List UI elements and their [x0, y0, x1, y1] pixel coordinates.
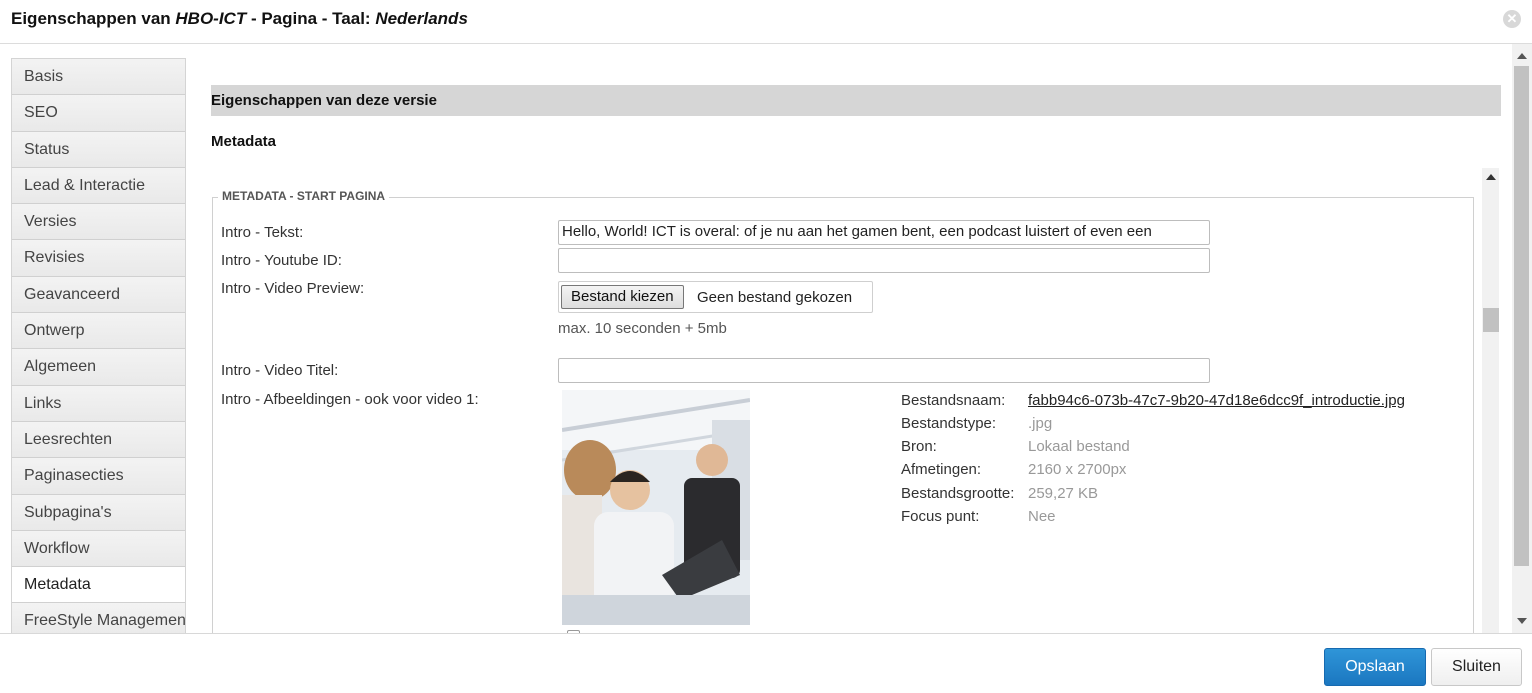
- sidebar-item-versies[interactable]: Versies: [12, 204, 185, 241]
- sidebar-item-links[interactable]: Links: [12, 385, 185, 422]
- intro-tekst-label: Intro - Tekst:: [221, 224, 304, 241]
- intro-image-thumbnail[interactable]: [562, 390, 750, 625]
- choose-file-button[interactable]: Bestand kiezen: [561, 285, 684, 309]
- fieldset-legend: METADATA - START PAGINA: [218, 189, 390, 203]
- sidebar: Basis SEO Status Lead & Interactie Versi…: [11, 58, 186, 634]
- intro-video-titel-input[interactable]: [558, 358, 1210, 383]
- filename-link[interactable]: fabb94c6-073b-47c7-9b20-47d18e6dcc9f_int…: [1028, 392, 1405, 409]
- filetype-key: Bestandstype:: [901, 415, 997, 432]
- sidebar-item-seo[interactable]: SEO: [12, 95, 185, 132]
- filename-key: Bestandsnaam:: [901, 392, 1006, 409]
- main-content: Eigenschappen van deze versie Metadata M…: [186, 44, 1512, 633]
- sidebar-item-workflow[interactable]: Workflow: [12, 530, 185, 568]
- dialog-footer: Opslaan Sluiten: [0, 633, 1532, 693]
- intro-afbeeldingen-label: Intro - Afbeeldingen - ook voor video 1:: [221, 391, 479, 408]
- filesize-key: Bestandsgrootte:: [901, 485, 1015, 502]
- sidebar-item-algemeen[interactable]: Algemeen: [12, 349, 185, 386]
- title-bar: Eigenschappen van HBO-ICT - Pagina - Taa…: [0, 0, 1532, 44]
- outer-scrollbar-thumb[interactable]: [1514, 66, 1529, 566]
- focus-key: Focus punt:: [901, 508, 980, 525]
- sidebar-item-revisies[interactable]: Revisies: [12, 240, 185, 277]
- dimensions-value: 2160 x 2700px: [1028, 461, 1127, 478]
- sidebar-item-status[interactable]: Status: [12, 131, 185, 168]
- title-middle: - Pagina - Taal:: [246, 9, 376, 28]
- source-key: Bron:: [901, 438, 937, 455]
- title-prefix: Eigenschappen van: [11, 9, 176, 28]
- sidebar-item-freestyle-management[interactable]: FreeStyle Managemen: [12, 603, 185, 634]
- photo-people-laptop-icon: [562, 390, 750, 625]
- sidebar-item-leesrechten[interactable]: Leesrechten: [12, 421, 185, 459]
- inner-scrollbar-thumb[interactable]: [1483, 308, 1499, 332]
- intro-youtube-label: Intro - Youtube ID:: [221, 252, 342, 269]
- video-preview-file-input: Bestand kiezen Geen bestand gekozen: [558, 281, 873, 313]
- sidebar-item-ontwerp[interactable]: Ontwerp: [12, 313, 185, 350]
- filesize-value: 259,27 KB: [1028, 485, 1099, 502]
- sidebar-item-lead-interactie[interactable]: Lead & Interactie: [12, 167, 185, 205]
- file-status: Geen bestand gekozen: [697, 289, 853, 306]
- source-value: Lokaal bestand: [1028, 438, 1130, 455]
- filetype-value: .jpg: [1028, 415, 1053, 432]
- outer-scroll-up-icon[interactable]: [1517, 53, 1527, 59]
- title-page-name: HBO-ICT: [175, 9, 247, 28]
- section-header-text: Eigenschappen van deze versie: [211, 92, 437, 109]
- dialog-title: Eigenschappen van HBO-ICT - Pagina - Taa…: [11, 9, 468, 29]
- sidebar-item-geavanceerd[interactable]: Geavanceerd: [12, 276, 185, 314]
- inner-scrollbar[interactable]: [1482, 168, 1499, 633]
- sidebar-item-subpaginas[interactable]: Subpagina's: [12, 494, 185, 531]
- dimensions-key: Afmetingen:: [901, 461, 982, 478]
- intro-tekst-input[interactable]: Hello, World! ICT is overal: of je nu aa…: [558, 220, 1210, 245]
- focus-value: Nee: [1028, 508, 1056, 525]
- save-button[interactable]: Opslaan: [1324, 648, 1426, 686]
- section-header: Eigenschappen van deze versie: [211, 85, 1501, 116]
- scroll-up-icon[interactable]: [1486, 174, 1496, 180]
- title-language: Nederlands: [375, 9, 468, 28]
- close-icon[interactable]: ✕: [1503, 10, 1521, 28]
- intro-video-titel-label: Intro - Video Titel:: [221, 362, 339, 379]
- sidebar-item-basis[interactable]: Basis: [12, 59, 185, 96]
- sidebar-item-paginasecties[interactable]: Paginasecties: [12, 458, 185, 495]
- sub-header: Metadata: [211, 133, 277, 150]
- file-hint: max. 10 seconden + 5mb: [558, 320, 727, 337]
- outer-scrollbar[interactable]: [1512, 44, 1532, 633]
- intro-youtube-input[interactable]: [558, 248, 1210, 273]
- intro-video-preview-label: Intro - Video Preview:: [221, 280, 365, 297]
- close-button[interactable]: Sluiten: [1431, 648, 1522, 686]
- outer-scroll-down-icon[interactable]: [1517, 618, 1527, 624]
- sidebar-item-metadata[interactable]: Metadata: [12, 567, 185, 604]
